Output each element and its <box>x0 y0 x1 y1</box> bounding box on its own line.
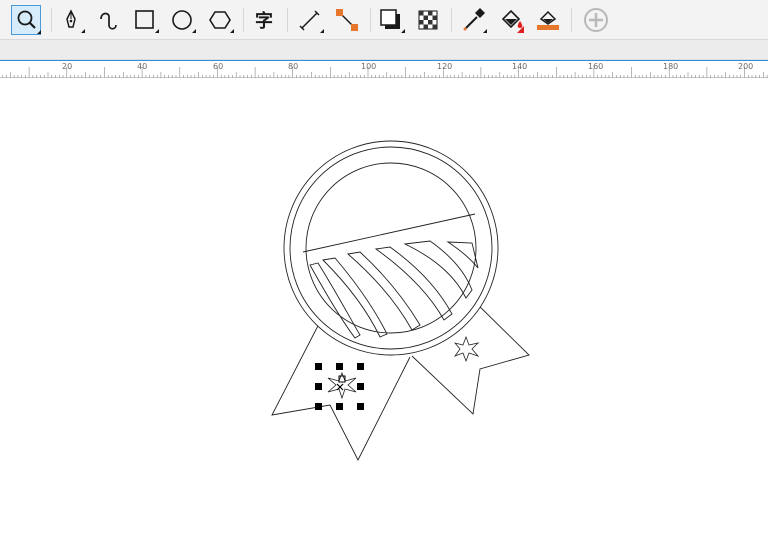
drop-shadow-tool[interactable] <box>376 5 406 35</box>
toolbar-separator <box>51 8 52 32</box>
paint-bucket-icon <box>501 9 524 33</box>
connector-icon <box>336 9 358 31</box>
checkerboard-icon <box>418 10 438 30</box>
ruler-label: 20 <box>62 62 73 71</box>
ruler-label: 160 <box>588 62 604 71</box>
smart-fill-icon <box>537 10 559 30</box>
eyedropper-icon <box>463 8 487 33</box>
eyedropper-tool[interactable] <box>458 5 488 35</box>
drawing[interactable] <box>0 78 768 551</box>
toolbar-separator <box>287 8 288 32</box>
drawing-canvas[interactable] <box>0 78 768 551</box>
ruler-label: 180 <box>663 62 679 71</box>
text-tool[interactable]: 字 <box>249 5 279 35</box>
ruler-label: 80 <box>288 62 299 71</box>
ruler-label: 40 <box>137 62 148 71</box>
ruler-ticks <box>2 67 768 78</box>
selection-handle-top[interactable] <box>336 363 343 370</box>
horizontal-ruler[interactable]: 20 40 60 80 100 120 140 160 180 200 <box>0 60 768 78</box>
rectangle-tool[interactable] <box>130 5 160 35</box>
plus-circle-icon <box>584 8 608 32</box>
add-tool-button[interactable] <box>581 5 611 35</box>
toolbar-separator <box>243 8 244 32</box>
toolbox: 字 <box>0 0 768 40</box>
svg-text:字: 字 <box>255 10 273 32</box>
dimension-tool[interactable] <box>295 5 325 35</box>
toolbar-separator <box>571 8 572 32</box>
pen-tool[interactable] <box>56 5 86 35</box>
freehand-curve-icon <box>100 12 117 30</box>
ruler-label: 200 <box>738 62 754 71</box>
ellipse-tool[interactable] <box>167 5 197 35</box>
ellipse-icon <box>172 10 196 33</box>
interactive-fill-tool[interactable] <box>496 5 526 35</box>
pen-nib-icon <box>66 9 85 33</box>
ruler-label: 120 <box>437 62 453 71</box>
property-bar <box>0 40 768 60</box>
selection-handle-bottom[interactable] <box>336 403 343 410</box>
polygon-tool[interactable] <box>205 5 235 35</box>
ruler-label: 100 <box>361 62 377 71</box>
connector-tool[interactable] <box>332 5 362 35</box>
ruler-label: 60 <box>213 62 224 71</box>
text-glyph-icon: 字 <box>255 10 273 32</box>
ruler-label: 140 <box>512 62 528 71</box>
selection-handle-bottom-left[interactable] <box>315 403 322 410</box>
dimension-line-icon <box>299 10 324 33</box>
zoom-tool[interactable] <box>11 5 41 35</box>
selection-handle-top-right[interactable] <box>357 363 364 370</box>
smart-fill-tool[interactable] <box>533 5 563 35</box>
toolbar-separator <box>451 8 452 32</box>
freehand-tool[interactable] <box>92 5 122 35</box>
toolbar-separator <box>370 8 371 32</box>
rectangle-icon <box>135 10 159 33</box>
selection-handle-top-left[interactable] <box>315 363 322 370</box>
magnifier-icon <box>17 10 41 34</box>
drop-shadow-icon <box>380 9 405 33</box>
selection-handle-left[interactable] <box>315 383 322 390</box>
selection-handle-right[interactable] <box>357 383 364 390</box>
transparency-tool[interactable] <box>413 5 443 35</box>
selection-handle-bottom-right[interactable] <box>357 403 364 410</box>
hexagon-icon <box>209 11 234 33</box>
